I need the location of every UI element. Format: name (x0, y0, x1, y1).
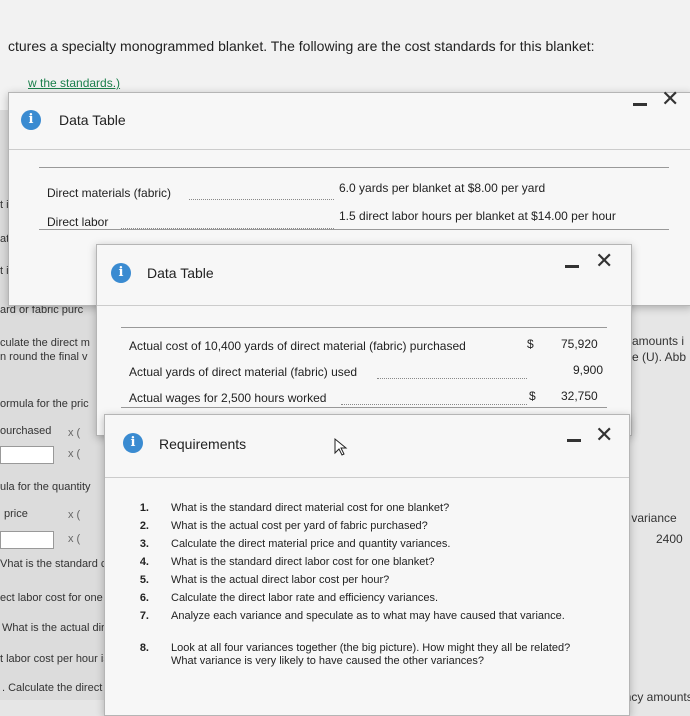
requirement-text: Analyze each variance and speculate as t… (171, 610, 565, 622)
dot-leader (377, 378, 527, 379)
operator-text: x ( (68, 448, 81, 460)
background-text: culate the direct m (0, 337, 90, 349)
row-value: 32,750 (561, 389, 598, 403)
row-label: Actual cost of 10,400 yards of direct ma… (129, 339, 466, 353)
info-icon: i (111, 263, 131, 283)
info-icon: i (123, 433, 143, 453)
data-table-dialog-2: i Data Table ✕ Actual cost of 10,400 yar… (96, 244, 632, 436)
requirement-text: Look at all four variances together (the… (171, 642, 571, 667)
row-value: 1.5 direct labor hours per blanket at $1… (339, 209, 616, 223)
show-standards-link[interactable]: w the standards.) (28, 76, 120, 90)
dialog-header: i Data Table ✕ (9, 88, 690, 143)
dialog-title: Requirements (159, 436, 247, 452)
background-text: Vhat is the standard c (0, 558, 107, 570)
operator-text: x ( (68, 509, 81, 521)
dialog-title: Data Table (147, 265, 214, 281)
requirement-number: 4. (139, 556, 149, 568)
requirement-text: What is the actual cost per yard of fabr… (171, 520, 428, 532)
dialog-header: i Requirements ✕ (105, 415, 629, 465)
minimize-icon[interactable] (633, 103, 647, 106)
row-value: 9,900 (573, 363, 604, 377)
requirements-dialog: i Requirements ✕ 1. What is the standard… (104, 414, 630, 716)
operator-text: x ( (68, 427, 81, 439)
row-label: Actual yards of direct material (fabric)… (129, 365, 358, 379)
background-text: ula for the quantity (0, 481, 91, 493)
minimize-icon[interactable] (565, 265, 579, 268)
requirement-text: What is the standard direct labor cost f… (171, 556, 435, 568)
mouse-cursor-icon (333, 437, 349, 457)
requirement-number: 2. (139, 520, 149, 532)
background-text: ourchased (0, 425, 52, 437)
close-icon[interactable]: ✕ (661, 88, 679, 110)
background-text: ect labor cost for one b (0, 592, 112, 604)
background-text: amounts i (632, 334, 685, 348)
dot-leader (189, 199, 334, 200)
requirement-number: 3. (139, 538, 149, 550)
background-text: . Calculate the direct la (2, 682, 114, 694)
row-value: 6.0 yards per blanket at $8.00 per yard (339, 181, 546, 195)
currency-symbol: $ (529, 389, 536, 403)
background-text: e (U). Abb (632, 350, 687, 364)
requirement-text: What is the standard direct material cos… (171, 502, 450, 514)
close-icon[interactable]: ✕ (595, 250, 613, 272)
dot-leader (341, 404, 527, 405)
row-label: Direct materials (fabric) (47, 186, 172, 200)
background-text: price (4, 508, 28, 520)
dialog-header: i Data Table ✕ (97, 245, 631, 295)
requirement-number: 5. (139, 574, 149, 586)
problem-statement: ctures a specialty monogrammed blanket. … (8, 38, 595, 54)
operator-text: x ( (68, 533, 81, 545)
background-text: t labor cost per hour is (0, 653, 109, 665)
requirement-number: 1. (139, 502, 149, 514)
close-icon[interactable]: ✕ (595, 424, 613, 446)
requirement-text: What is the actual direct labor cost per… (171, 574, 390, 586)
requirement-text: Calculate the direct labor rate and effi… (171, 592, 438, 604)
dialog-title: Data Table (59, 112, 126, 128)
minimize-icon[interactable] (567, 439, 581, 442)
requirement-number: 7. (139, 610, 149, 622)
currency-symbol: $ (527, 337, 534, 351)
background-text: 2400 (656, 532, 683, 546)
requirement-number: 6. (139, 592, 149, 604)
requirement-text: Calculate the direct material price and … (171, 538, 451, 550)
row-label: Actual wages for 2,500 hours worked (129, 391, 327, 405)
background-text: ormula for the pric (0, 398, 89, 410)
background-text: What is the actual dire (2, 622, 111, 634)
row-label: Direct labor (47, 215, 109, 229)
background-text: y variance (622, 511, 677, 525)
answer-input[interactable] (0, 446, 54, 464)
answer-input[interactable] (0, 531, 54, 549)
row-value: 75,920 (561, 337, 598, 351)
background-text: n round the final v (0, 351, 88, 363)
requirement-number: 8. (139, 642, 149, 654)
info-icon: i (21, 110, 41, 130)
